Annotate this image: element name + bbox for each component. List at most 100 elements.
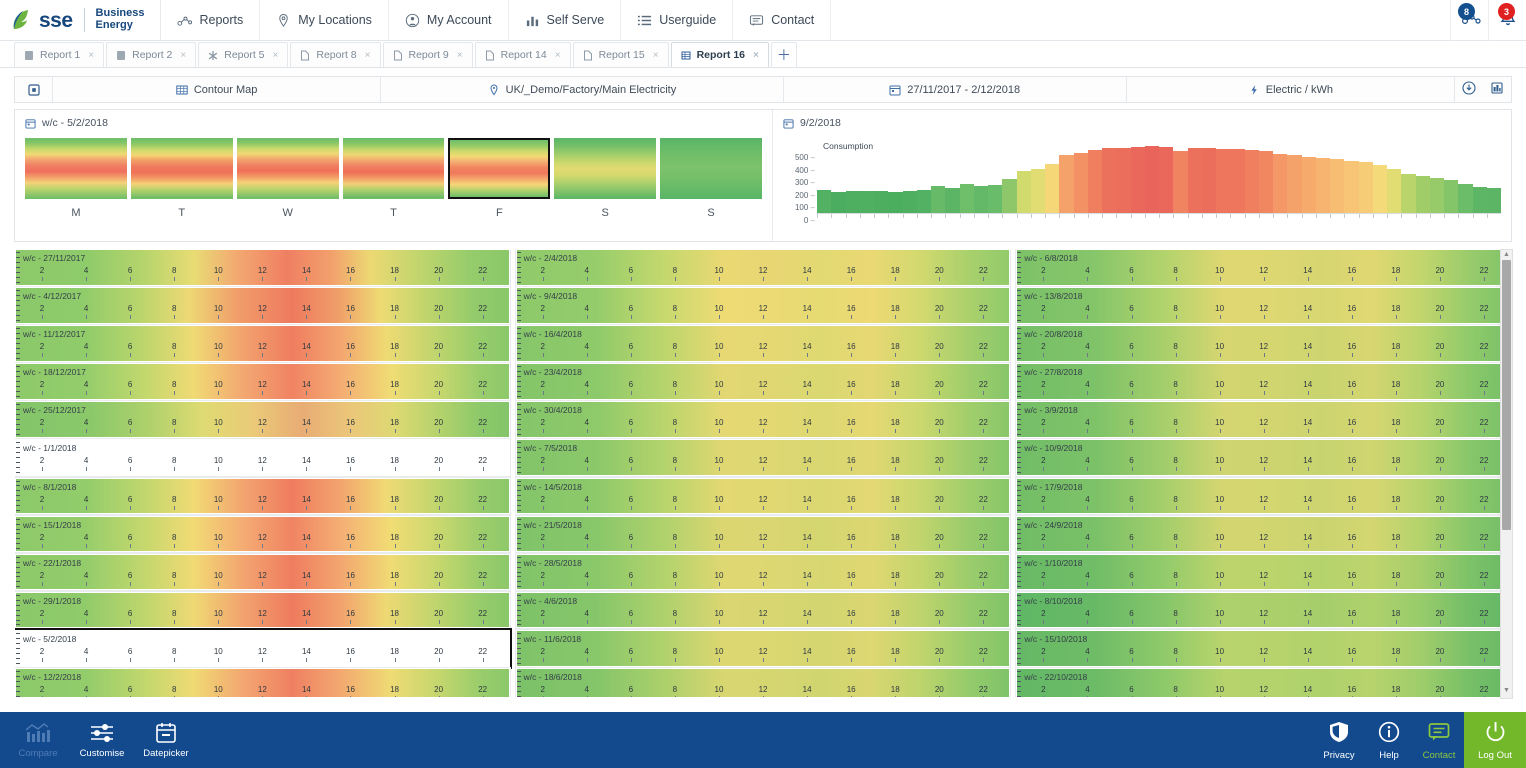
nav-item-userguide[interactable]: Userguide bbox=[621, 0, 734, 40]
contour-row-selected[interactable]: w/c - 5/2/2018 2 4 6 8 10 12 14 16 18 20 22 bbox=[15, 627, 512, 669]
contour-row[interactable]: w/c - 13/8/2018 2 4 6 8 10 12 14 16 18 20 22 bbox=[1015, 286, 1511, 325]
contour-row[interactable]: w/c - 24/9/2018 2 4 6 8 10 12 14 16 18 20 22 bbox=[1015, 514, 1511, 554]
contour-row[interactable]: w/c - 16/4/2018 2 4 6 8 10 12 14 16 18 20 22 bbox=[514, 324, 1012, 363]
day-contour-monday[interactable] bbox=[25, 138, 127, 199]
tab-close-icon[interactable]: × bbox=[365, 50, 371, 61]
datepicker-button[interactable]: Datepicker bbox=[134, 721, 198, 759]
contour-row[interactable]: w/c - 10/9/2018 2 4 6 8 10 12 14 16 18 20 22 bbox=[1015, 438, 1511, 478]
contour-row[interactable]: w/c - 12/2/2018 2 4 6 8 10 12 14 16 18 20 22 bbox=[15, 667, 511, 697]
day-contour-tuesday[interactable] bbox=[130, 138, 233, 199]
contour-row[interactable]: w/c - 21/5/2018 2 4 6 8 10 12 14 16 18 20 22 bbox=[514, 514, 1012, 554]
tab-close-icon[interactable]: × bbox=[273, 50, 279, 61]
contour-row[interactable]: w/c - 18/12/2017 2 4 6 8 10 12 14 16 18 20 22 bbox=[15, 362, 511, 401]
tab-close-icon[interactable]: × bbox=[555, 50, 561, 61]
chart-view-button[interactable] bbox=[1483, 77, 1511, 102]
tab-close-icon[interactable]: × bbox=[653, 50, 659, 61]
add-tab-button[interactable]: ＋ bbox=[770, 42, 797, 67]
contour-row[interactable]: w/c - 11/12/2017 2 4 6 8 10 12 14 16 18 20 22 bbox=[15, 324, 511, 363]
contour-row[interactable]: w/c - 8/10/2018 2 4 6 8 10 12 14 16 18 20 22 bbox=[1015, 590, 1511, 630]
tab-close-icon[interactable]: × bbox=[753, 50, 759, 61]
day-column-friday[interactable]: F bbox=[448, 138, 551, 219]
contour-row[interactable]: w/c - 30/4/2018 2 4 6 8 10 12 14 16 18 20 22 bbox=[514, 400, 1012, 439]
contour-row[interactable]: w/c - 11/6/2018 2 4 6 8 10 12 14 16 18 20 22 bbox=[514, 628, 1012, 668]
day-column-sunday[interactable]: S bbox=[660, 138, 763, 219]
contour-row[interactable]: w/c - 20/8/2018 2 4 6 8 10 12 14 16 18 20 22 bbox=[1015, 324, 1511, 363]
contour-row[interactable]: w/c - 9/4/2018 2 4 6 8 10 12 14 16 18 20 22 bbox=[514, 286, 1012, 325]
contour-row[interactable]: w/c - 28/5/2018 2 4 6 8 10 12 14 16 18 20 22 bbox=[514, 552, 1012, 592]
alerts-button[interactable]: 8 bbox=[1450, 0, 1488, 41]
tab-close-icon[interactable]: × bbox=[88, 50, 94, 61]
tab-report-8[interactable]: Report 8 × bbox=[290, 42, 381, 67]
tab-close-icon[interactable]: × bbox=[457, 50, 463, 61]
contour-row[interactable]: w/c - 17/9/2018 2 4 6 8 10 12 14 16 18 20 22 bbox=[1015, 476, 1511, 516]
day-column-tuesday[interactable]: T bbox=[130, 138, 233, 219]
hour-tick-label: 18 bbox=[873, 495, 917, 510]
day-contour-friday-selected[interactable] bbox=[448, 138, 551, 199]
tab-report-5[interactable]: Report 5 × bbox=[198, 42, 289, 67]
contour-row[interactable]: w/c - 7/5/2018 2 4 6 8 10 12 14 16 18 20 22 bbox=[514, 438, 1012, 478]
contour-row[interactable]: w/c - 22/10/2018 2 4 6 8 10 12 14 16 18 20 22 bbox=[1015, 667, 1511, 697]
contact-button[interactable]: Contact bbox=[1414, 720, 1464, 761]
logout-button[interactable]: Log Out bbox=[1464, 712, 1526, 768]
tab-report-1[interactable]: Report 1 × bbox=[14, 42, 105, 67]
day-column-monday[interactable]: M bbox=[25, 138, 127, 219]
location-selector[interactable]: UK/_Demo/Factory/Main Electricity bbox=[381, 77, 784, 102]
contour-row[interactable]: w/c - 1/1/2018 2 4 6 8 10 12 14 16 18 20 22 bbox=[15, 438, 511, 478]
nav-item-reports[interactable]: Reports bbox=[161, 0, 261, 40]
vertical-scrollbar[interactable]: ▲ ▼ bbox=[1500, 249, 1513, 699]
nav-item-my-account[interactable]: My Account bbox=[389, 0, 509, 40]
tab-report-15[interactable]: Report 15 × bbox=[572, 42, 669, 67]
contour-row[interactable]: w/c - 1/10/2018 2 4 6 8 10 12 14 16 18 20 22 bbox=[1015, 552, 1511, 592]
nav-item-contact[interactable]: Contact bbox=[733, 0, 832, 40]
tab-report-14[interactable]: Report 14 × bbox=[474, 42, 571, 67]
contour-row[interactable]: w/c - 3/9/2018 2 4 6 8 10 12 14 16 18 20 22 bbox=[1015, 400, 1511, 439]
contour-row[interactable]: w/c - 14/5/2018 2 4 6 8 10 12 14 16 18 20 22 bbox=[514, 476, 1012, 516]
contour-row[interactable]: w/c - 27/11/2017 2 4 6 8 10 12 14 16 18 20 22 bbox=[15, 249, 511, 287]
tab-report-2[interactable]: Report 2 × bbox=[106, 42, 197, 67]
notifications-button[interactable]: 3 bbox=[1488, 0, 1526, 41]
day-column-saturday[interactable]: S bbox=[554, 138, 657, 219]
contour-row[interactable]: w/c - 25/12/2017 2 4 6 8 10 12 14 16 18 20 22 bbox=[15, 400, 511, 439]
contour-row[interactable]: w/c - 27/8/2018 2 4 6 8 10 12 14 16 18 20 22 bbox=[1015, 362, 1511, 401]
contour-row[interactable]: w/c - 6/8/2018 2 4 6 8 10 12 14 16 18 20 22 bbox=[1015, 249, 1511, 287]
contour-row[interactable]: w/c - 2/4/2018 2 4 6 8 10 12 14 16 18 20 22 bbox=[514, 249, 1012, 287]
customise-button[interactable]: Customise bbox=[70, 721, 134, 759]
date-range-selector[interactable]: 27/11/2017 - 2/12/2018 bbox=[784, 77, 1127, 102]
contour-row[interactable]: w/c - 4/6/2018 2 4 6 8 10 12 14 16 18 20 22 bbox=[514, 590, 1012, 630]
chart-type-selector[interactable]: Contour Map bbox=[53, 77, 382, 102]
download-button[interactable] bbox=[1455, 77, 1483, 102]
hour-tick-label: 18 bbox=[1374, 380, 1418, 396]
nav-item-self-serve[interactable]: Self Serve bbox=[509, 0, 622, 40]
scrollbar-thumb[interactable] bbox=[1502, 260, 1511, 530]
expand-panel-button[interactable] bbox=[15, 77, 53, 102]
help-button[interactable]: Help bbox=[1364, 720, 1414, 761]
day-column-wednesday[interactable]: W bbox=[236, 138, 339, 219]
contour-row[interactable]: w/c - 22/1/2018 2 4 6 8 10 12 14 16 18 20 22 bbox=[15, 552, 511, 592]
contour-row[interactable]: w/c - 4/12/2017 2 4 6 8 10 12 14 16 18 20 22 bbox=[15, 286, 511, 325]
hour-tick-label: 4 bbox=[1065, 685, 1109, 697]
hour-tick-label: 8 bbox=[653, 495, 697, 510]
hour-tick-label: 14 bbox=[1286, 495, 1330, 510]
nav-item-my-locations[interactable]: My Locations bbox=[260, 0, 389, 40]
contour-row[interactable]: w/c - 23/4/2018 2 4 6 8 10 12 14 16 18 20 22 bbox=[514, 362, 1012, 401]
tab-report-9[interactable]: Report 9 × bbox=[382, 42, 473, 67]
contour-row[interactable]: w/c - 18/6/2018 2 4 6 8 10 12 14 16 18 20 22 bbox=[514, 667, 1012, 697]
day-column-thursday[interactable]: T bbox=[342, 138, 445, 219]
day-contour-sunday[interactable] bbox=[660, 138, 763, 199]
tab-report-16[interactable]: Report 16 × bbox=[670, 42, 769, 67]
contour-row[interactable]: w/c - 29/1/2018 2 4 6 8 10 12 14 16 18 20 22 bbox=[15, 590, 511, 630]
privacy-button[interactable]: Privacy bbox=[1314, 720, 1364, 761]
tab-close-icon[interactable]: × bbox=[180, 50, 186, 61]
contour-row[interactable]: w/c - 15/1/2018 2 4 6 8 10 12 14 16 18 20 22 bbox=[15, 514, 511, 554]
brand-logo[interactable]: sse Business Energy bbox=[0, 0, 162, 40]
chart-x-tick bbox=[1415, 214, 1430, 218]
contour-row[interactable]: w/c - 15/10/2018 2 4 6 8 10 12 14 16 18 20 22 bbox=[1015, 628, 1511, 668]
day-contour-thursday[interactable] bbox=[342, 138, 445, 199]
hour-tick-label: 10 bbox=[1198, 380, 1242, 396]
day-contour-wednesday[interactable] bbox=[236, 138, 339, 199]
chart-bar bbox=[1401, 173, 1416, 213]
meter-selector[interactable]: Electric / kWh bbox=[1127, 77, 1455, 102]
hour-tick-label: 14 bbox=[284, 456, 328, 472]
day-contour-saturday[interactable] bbox=[554, 138, 657, 199]
contour-row[interactable]: w/c - 8/1/2018 2 4 6 8 10 12 14 16 18 20 22 bbox=[15, 476, 511, 516]
